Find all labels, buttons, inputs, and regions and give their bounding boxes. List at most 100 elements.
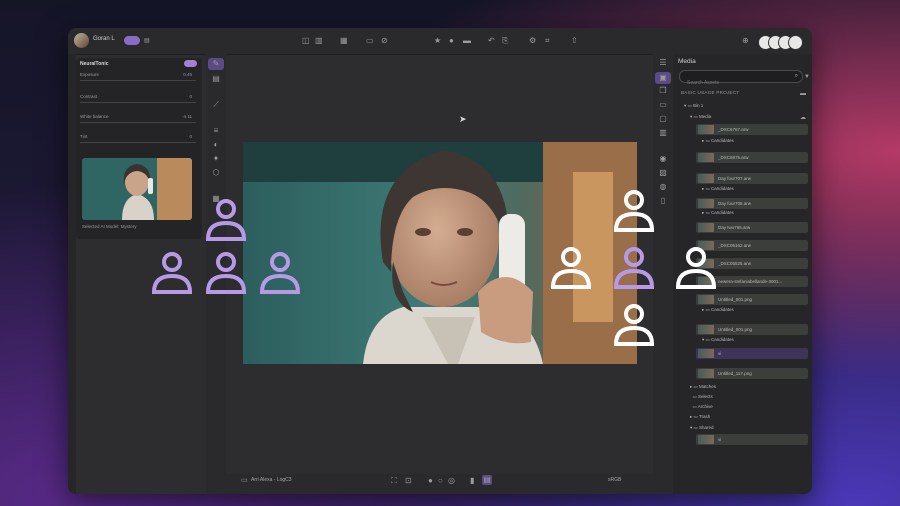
fit-view-icon[interactable]: ⛶ (391, 477, 397, 485)
tree-folder-candidates[interactable]: ▾ ▭ Candidates (702, 337, 734, 343)
slider-value[interactable]: 0 (172, 94, 192, 99)
folder-label: Candidates (711, 337, 734, 342)
image-icon[interactable]: ▨ (653, 168, 673, 177)
tree-folder-trash[interactable]: ▸ ▭ Trash (690, 414, 710, 420)
cloud-icon[interactable]: ☁ (800, 114, 806, 122)
color-icon[interactable]: ◐ (206, 140, 226, 149)
user-avatar[interactable] (74, 33, 89, 48)
settings-icon[interactable]: ⚙ (529, 37, 536, 45)
mouse-cursor: ➤ (459, 114, 467, 124)
thumbnail-caption: Selected AI Model: Mystery (82, 224, 137, 229)
compare-icon[interactable]: ◫ (302, 37, 310, 45)
collaborator-avatar[interactable] (788, 35, 803, 50)
new-folder-icon[interactable]: ▬ (800, 90, 806, 98)
stack-icon[interactable]: ❐ (653, 86, 673, 95)
monitor-icon[interactable]: ▭ (653, 100, 673, 109)
slider-value[interactable]: 0 (172, 134, 192, 139)
histogram-icon[interactable]: ▮ (470, 477, 474, 485)
exposure-slider[interactable] (80, 80, 196, 81)
tree-folder-bin[interactable]: ▾ ▭ Bin 1 (684, 103, 703, 109)
tree-folder-selects[interactable]: ▭ Selects (690, 394, 713, 400)
contrast-slider[interactable] (80, 102, 196, 103)
undo-icon[interactable]: ↶ (488, 37, 495, 45)
magic-icon[interactable]: ✦ (206, 154, 226, 163)
asset-name: Untitled_117.png (718, 371, 752, 376)
asset-row[interactable]: Day four708.arw (696, 198, 808, 209)
tree-folder-candidates[interactable]: ▸ ▭ Candidates (702, 210, 734, 216)
camera-icon[interactable]: ▭ (241, 477, 248, 485)
asset-thumbnail (698, 435, 714, 444)
share-icon[interactable]: ⊕ (742, 37, 749, 45)
label-icon[interactable]: ▬ (463, 37, 471, 45)
filter-icon[interactable]: ▼ (804, 73, 810, 81)
tree-folder-candidates[interactable]: ▸ ▭ Candidates (702, 307, 734, 313)
panel-enable-toggle[interactable] (184, 60, 197, 67)
asset-row[interactable]: vi (696, 434, 808, 445)
tree-folder-candidates[interactable]: ▸ ▭ Candidates (702, 186, 734, 192)
sliders-icon[interactable]: ≡ (206, 126, 226, 135)
search-input[interactable] (680, 77, 787, 89)
asset-name: Untitled_001.png (718, 327, 753, 332)
split-view-icon[interactable]: ▥ (315, 37, 323, 45)
asset-thumbnail (698, 223, 714, 232)
brush-icon[interactable]: ⟋ (206, 100, 226, 110)
before-icon[interactable]: ● (428, 477, 433, 485)
user-icon (259, 252, 301, 294)
mask-icon[interactable]: ⊘ (381, 37, 388, 45)
colorspace-label[interactable]: sRGB (608, 477, 621, 483)
tree-folder-archive[interactable]: ▭ Archive (690, 404, 713, 410)
document-icon[interactable]: ▤ (144, 37, 150, 45)
asset-row[interactable]: Untitled_001.png (696, 324, 808, 335)
user-icon (550, 247, 592, 289)
gallery-icon[interactable]: ▦ (340, 37, 348, 45)
asset-search-field[interactable]: ⌕ (679, 70, 803, 89)
history-icon[interactable]: ⎘ (502, 37, 508, 45)
camera-profile-label[interactable]: Arri Alexa - LogC3 (251, 477, 292, 483)
asset-row[interactable]: Untitled_117.png (696, 368, 808, 379)
media-browser-icon[interactable]: ▣ (655, 72, 671, 84)
list-view-icon[interactable]: ☰ (653, 58, 673, 67)
preview-thumbnail[interactable] (82, 158, 192, 220)
scopes-icon[interactable]: ▤ (482, 475, 492, 485)
tree-folder-candidates[interactable]: ▸ ▭ Candidates (702, 138, 734, 144)
asset-row[interactable]: Day two765.arw (696, 222, 808, 233)
search-icon[interactable]: ⌕ (795, 73, 798, 80)
export-icon[interactable]: ⇧ (571, 37, 578, 45)
asset-row[interactable]: _DSC6767.arw (696, 124, 808, 135)
slider-value[interactable]: -4.11 (172, 114, 192, 119)
flag-icon[interactable]: ● (449, 37, 454, 45)
comment-icon[interactable]: ▭ (366, 37, 374, 45)
asset-name: _DSC05162.arw (718, 243, 752, 248)
user-icon (205, 252, 247, 294)
white-balance-slider[interactable] (80, 122, 196, 123)
asset-row[interactable]: _DSC6875.arw (696, 152, 808, 163)
user-icon (205, 199, 247, 241)
tint-slider[interactable] (80, 142, 196, 143)
chat-icon[interactable]: ▢ (653, 114, 673, 123)
layers-icon[interactable]: ▤ (206, 74, 226, 83)
asset-row-selected[interactable]: vi (696, 348, 808, 359)
split-icon[interactable]: ◎ (448, 477, 455, 485)
folder-label: Candidates (711, 307, 734, 312)
adjust-tool-icon[interactable]: ✎ (208, 58, 224, 70)
info-icon[interactable]: ◉ (653, 154, 673, 163)
media-panel-title: Media (678, 58, 696, 65)
asset-row[interactable]: Day four707.arw (696, 173, 808, 184)
asset-name: _DSC6875.arw (718, 155, 749, 160)
folder-label: Candidates (711, 138, 734, 143)
asset-name: Day four707.arw (718, 176, 752, 181)
asset-row[interactable]: Untitled_001.png (696, 294, 808, 305)
zoom-icon[interactable]: ⊡ (405, 477, 412, 485)
model-icon[interactable]: ⬡ (206, 168, 226, 177)
user-name[interactable]: Goran L (93, 36, 115, 42)
tree-folder-matches[interactable]: ▸ ▭ Matches (690, 384, 716, 390)
asset-thumbnail (698, 199, 714, 208)
tree-folder-media[interactable]: ▾ ▭ Media (690, 114, 711, 120)
timeline-icon[interactable]: ▥ (653, 128, 673, 137)
after-icon[interactable]: ○ (438, 477, 443, 485)
star-icon[interactable]: ★ (434, 37, 441, 45)
slider-value[interactable]: 0.45 (172, 72, 192, 77)
tree-folder-shared[interactable]: ▾ ▭ Shared (690, 425, 714, 431)
user-status-pill[interactable] (124, 36, 140, 45)
crop-icon[interactable]: ⌗ (545, 37, 550, 45)
